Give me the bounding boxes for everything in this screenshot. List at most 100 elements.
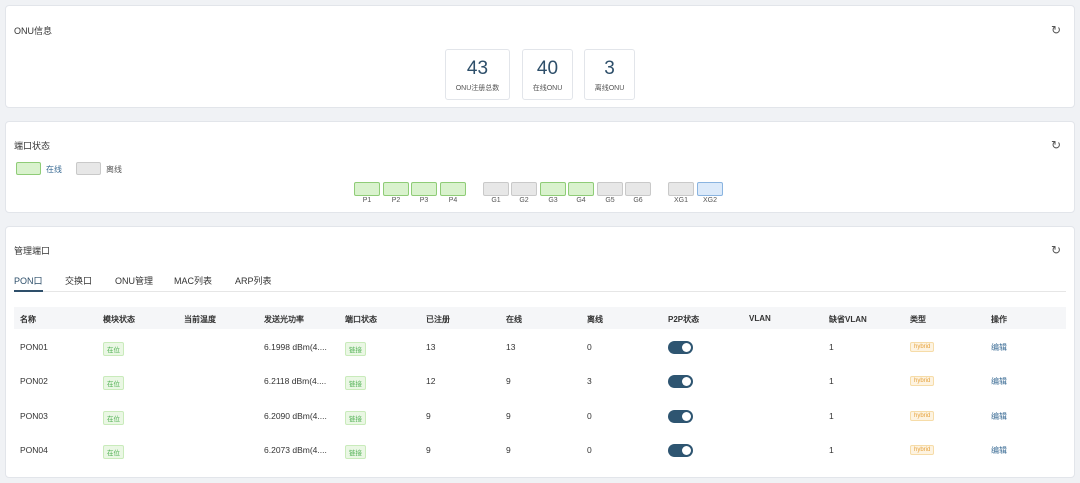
- refresh-icon[interactable]: ↻: [1050, 244, 1062, 256]
- stat-online-onu: 40 在线ONU: [522, 49, 573, 100]
- port-status-title: 端口状态: [14, 141, 51, 151]
- port-label: XG1: [673, 197, 688, 204]
- cell-registered: 13: [426, 342, 436, 352]
- col-temp: 当前温度: [184, 315, 216, 324]
- cell-online: 9: [506, 411, 511, 421]
- port-g1[interactable]: [483, 182, 509, 196]
- refresh-icon[interactable]: ↻: [1050, 139, 1062, 151]
- type-badge: hybrid: [910, 411, 935, 421]
- edit-link[interactable]: 编辑: [991, 376, 1007, 387]
- port-g3[interactable]: [540, 182, 566, 196]
- cell-offline: 3: [587, 376, 592, 386]
- port-p3[interactable]: [411, 182, 437, 196]
- cell-default-vlan: 1: [829, 445, 834, 455]
- toggle-knob: [682, 446, 691, 455]
- edit-link[interactable]: 编辑: [991, 411, 1007, 422]
- port-label: G1: [491, 197, 501, 204]
- col-module: 模块状态: [103, 315, 135, 324]
- col-default-vlan: 缺省VLAN: [829, 315, 867, 324]
- port-g5[interactable]: [597, 182, 623, 196]
- tab-onu-manage[interactable]: ONU管理: [115, 274, 153, 292]
- port-xg2[interactable]: [697, 182, 723, 196]
- port-state-badge: 链接: [345, 376, 366, 390]
- port-status-card: 端口状态 ↻ 在线 离线 P1 P2 P3 P4 G1 G2 G3 G4 G5 G6 XG1 XG2: [5, 121, 1075, 213]
- cell-power: 6.2073 dBm(4....: [264, 445, 327, 455]
- port-label: G2: [519, 197, 529, 204]
- port-xg1[interactable]: [668, 182, 694, 196]
- port-g6[interactable]: [625, 182, 651, 196]
- table-row: PON03 在位 6.2090 dBm(4.... 链接 9 9 0 1 hyb…: [14, 399, 1066, 433]
- cell-default-vlan: 1: [829, 376, 834, 386]
- refresh-icon[interactable]: ↻: [1050, 24, 1062, 36]
- col-vlan: VLAN: [749, 314, 771, 323]
- cell-online: 13: [506, 342, 516, 352]
- port-state-badge: 链接: [345, 445, 366, 459]
- port-label: P4: [448, 197, 458, 204]
- cell-default-vlan: 1: [829, 411, 834, 421]
- p2p-toggle[interactable]: [668, 375, 693, 388]
- type-badge: hybrid: [910, 342, 935, 352]
- stat-total-onu: 43 ONU注册总数: [445, 49, 510, 100]
- p2p-toggle[interactable]: [668, 444, 693, 457]
- cell-registered: 9: [426, 411, 431, 421]
- stat-offline-label: 离线ONU: [594, 85, 625, 92]
- tab-pon[interactable]: PON口: [14, 274, 43, 292]
- stat-online-label: 在线ONU: [532, 85, 563, 92]
- tab-mac-list[interactable]: MAC列表: [174, 274, 212, 292]
- table-row: PON02 在位 6.2118 dBm(4.... 链接 12 9 3 1 hy…: [14, 364, 1066, 398]
- cell-power: 6.1998 dBm(4....: [264, 342, 327, 352]
- port-label: P3: [419, 197, 429, 204]
- p2p-toggle[interactable]: [668, 410, 693, 423]
- cell-power: 6.2090 dBm(4....: [264, 411, 327, 421]
- col-registered: 已注册: [426, 315, 450, 324]
- col-name: 名称: [20, 315, 36, 324]
- cell-name: PON01: [20, 342, 48, 352]
- legend-offline-swatch: [76, 162, 101, 175]
- tab-switch[interactable]: 交换口: [65, 274, 92, 292]
- tab-bar: PON口 交换口 ONU管理 MAC列表 ARP列表: [14, 274, 1066, 292]
- edit-link[interactable]: 编辑: [991, 445, 1007, 456]
- cell-offline: 0: [587, 411, 592, 421]
- table-header: 名称 模块状态 当前温度 发送光功率 端口状态 已注册 在线 离线 P2P状态 …: [14, 307, 1066, 329]
- onu-info-card: ONU信息 ↻ 43 ONU注册总数 40 在线ONU 3 离线ONU: [5, 5, 1075, 108]
- port-label: P1: [362, 197, 372, 204]
- cell-name: PON04: [20, 445, 48, 455]
- table-row: PON01 在位 6.1998 dBm(4.... 链接 13 13 0 1 h…: [14, 330, 1066, 364]
- cell-name: PON02: [20, 376, 48, 386]
- onu-info-title: ONU信息: [14, 26, 52, 36]
- cell-registered: 9: [426, 445, 431, 455]
- tab-arp-list[interactable]: ARP列表: [235, 274, 272, 292]
- port-g2[interactable]: [511, 182, 537, 196]
- management-title: 管理端口: [14, 246, 51, 256]
- table-row: PON04 在位 6.2073 dBm(4.... 链接 9 9 0 1 hyb…: [14, 433, 1066, 467]
- type-badge: hybrid: [910, 445, 935, 455]
- port-label: G3: [548, 197, 558, 204]
- stat-total-value: 43: [466, 58, 489, 79]
- cell-power: 6.2118 dBm(4....: [264, 376, 327, 386]
- port-p2[interactable]: [383, 182, 409, 196]
- toggle-knob: [682, 412, 691, 421]
- port-label: G5: [605, 197, 615, 204]
- legend-offline-label: 离线: [106, 165, 122, 174]
- col-port-state: 端口状态: [345, 315, 377, 324]
- port-label: G6: [633, 197, 643, 204]
- cell-offline: 0: [587, 342, 592, 352]
- port-g4[interactable]: [568, 182, 594, 196]
- legend-online-swatch: [16, 162, 41, 175]
- module-status-badge: 在位: [103, 342, 124, 356]
- management-port-card: 管理端口 ↻ PON口 交换口 ONU管理 MAC列表 ARP列表 名称 模块状…: [5, 226, 1075, 478]
- port-p1[interactable]: [354, 182, 380, 196]
- stat-online-value: 40: [536, 58, 559, 79]
- edit-link[interactable]: 编辑: [991, 342, 1007, 353]
- stat-offline-value: 3: [604, 58, 615, 79]
- port-label: P2: [391, 197, 401, 204]
- port-p4[interactable]: [440, 182, 466, 196]
- col-action: 操作: [991, 315, 1007, 324]
- cell-name: PON03: [20, 411, 48, 421]
- type-badge: hybrid: [910, 376, 935, 386]
- p2p-toggle[interactable]: [668, 341, 693, 354]
- module-status-badge: 在位: [103, 376, 124, 390]
- port-state-badge: 链接: [345, 411, 366, 425]
- col-offline: 离线: [587, 315, 603, 324]
- cell-default-vlan: 1: [829, 342, 834, 352]
